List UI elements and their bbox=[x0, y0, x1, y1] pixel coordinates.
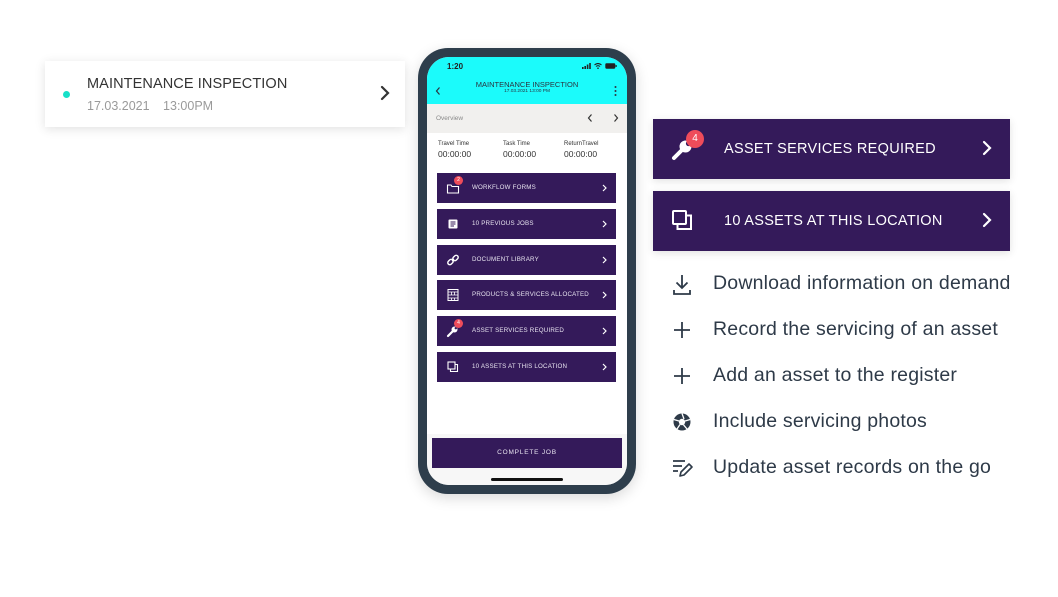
cabinet-icon bbox=[447, 289, 459, 302]
chevron-right-icon bbox=[602, 220, 607, 228]
edit-list-icon bbox=[673, 460, 693, 477]
phone-menu: 2 WORKFLOW FORMS 10 PREVIOUS JOBS DOCUME… bbox=[437, 173, 616, 388]
menu-document-library[interactable]: DOCUMENT LIBRARY bbox=[437, 244, 616, 275]
job-date: 17.03.2021 bbox=[87, 99, 150, 113]
app-subtitle: 17.03.2021 13:00 PM bbox=[504, 89, 550, 94]
aperture-icon bbox=[673, 413, 691, 431]
status-icons bbox=[582, 63, 617, 69]
time-value: 00:00:00 bbox=[503, 149, 537, 159]
link-icon bbox=[447, 254, 459, 266]
menu-label: ASSET SERVICES REQUIRED bbox=[472, 327, 565, 335]
complete-job-button[interactable]: COMPLETE JOB bbox=[432, 438, 622, 468]
button-label: ASSET SERVICES REQUIRED bbox=[724, 141, 936, 157]
time-return: ReturnTravel 00:00:00 bbox=[564, 141, 598, 159]
chevron-right-icon[interactable] bbox=[613, 113, 619, 123]
menu-asset-services[interactable]: 4 ASSET SERVICES REQUIRED bbox=[437, 316, 616, 347]
feature-label: Add an asset to the register bbox=[713, 364, 958, 386]
status-dot bbox=[63, 91, 70, 98]
overview-bar: Overview bbox=[427, 104, 627, 133]
plus-icon bbox=[674, 322, 690, 338]
menu-previous-jobs[interactable]: 10 PREVIOUS JOBS bbox=[437, 208, 616, 239]
battery-icon bbox=[605, 63, 617, 69]
assets-location-button[interactable]: 10 ASSETS AT THIS LOCATION bbox=[653, 191, 1010, 251]
status-time: 1:20 bbox=[447, 62, 464, 71]
time-label: Travel Time bbox=[438, 141, 470, 147]
download-icon bbox=[673, 275, 691, 295]
badge-count: 4 bbox=[454, 319, 463, 329]
copy-icon bbox=[447, 361, 459, 373]
wifi-icon bbox=[594, 63, 602, 69]
chevron-right-icon bbox=[602, 256, 607, 264]
time-trackers: Travel Time 00:00:00 Task Time 00:00:00 … bbox=[427, 137, 627, 167]
chevron-right-icon bbox=[982, 140, 992, 156]
feature-label: Include servicing photos bbox=[713, 410, 928, 432]
time-task: Task Time 00:00:00 bbox=[503, 141, 536, 159]
phone-mockup: 1:20 MAINTENANCE INSPECTION 17.03.2021 1… bbox=[418, 48, 636, 494]
job-datetime: 17.03.2021 13:00PM bbox=[87, 99, 213, 113]
menu-products-services[interactable]: PRODUCTS & SERVICES ALLOCATED bbox=[437, 280, 616, 311]
document-icon bbox=[448, 219, 458, 229]
app-header: 1:20 MAINTENANCE INSPECTION 17.03.2021 1… bbox=[427, 57, 627, 104]
button-label: 10 ASSETS AT THIS LOCATION bbox=[724, 213, 943, 229]
chevron-right-icon bbox=[602, 184, 607, 192]
more-vertical-icon[interactable] bbox=[614, 85, 617, 97]
badge-count: 4 bbox=[686, 130, 704, 148]
signal-icon bbox=[582, 63, 591, 69]
job-title: MAINTENANCE INSPECTION bbox=[87, 76, 288, 92]
phone-screen: 1:20 MAINTENANCE INSPECTION 17.03.2021 1… bbox=[427, 57, 627, 485]
chevron-right-icon bbox=[602, 363, 607, 371]
time-label: Task Time bbox=[503, 141, 531, 147]
copy-icon bbox=[672, 210, 692, 230]
home-indicator bbox=[491, 478, 563, 481]
chevron-right-icon bbox=[982, 212, 992, 228]
asset-services-button[interactable]: 4 ASSET SERVICES REQUIRED bbox=[653, 119, 1010, 179]
menu-assets-location[interactable]: 10 ASSETS AT THIS LOCATION bbox=[437, 351, 616, 382]
badge-count: 2 bbox=[454, 176, 463, 185]
overview-label: Overview bbox=[436, 115, 464, 122]
chevron-right-icon bbox=[602, 291, 607, 299]
menu-label: DOCUMENT LIBRARY bbox=[472, 255, 539, 263]
time-value: 00:00:00 bbox=[438, 149, 472, 159]
time-value: 00:00:00 bbox=[564, 149, 598, 159]
time-label: ReturnTravel bbox=[564, 141, 599, 147]
chevron-left-icon[interactable] bbox=[587, 113, 593, 123]
feature-label: Record the servicing of an asset bbox=[713, 318, 998, 340]
time-travel: Travel Time 00:00:00 bbox=[438, 141, 471, 159]
app-title: MAINTENANCE INSPECTION bbox=[475, 80, 579, 89]
menu-label: PRODUCTS & SERVICES ALLOCATED bbox=[472, 291, 589, 299]
menu-label: WORKFLOW FORMS bbox=[472, 184, 536, 191]
feature-label: Update asset records on the go bbox=[713, 456, 992, 478]
chevron-right-icon bbox=[602, 327, 607, 335]
feature-label: Download information on demand bbox=[713, 272, 1011, 294]
job-card[interactable]: MAINTENANCE INSPECTION 17.03.2021 13:00P… bbox=[45, 61, 405, 127]
chevron-right-icon[interactable] bbox=[379, 83, 391, 103]
menu-workflow-forms[interactable]: 2 WORKFLOW FORMS bbox=[437, 173, 616, 203]
menu-label: 10 ASSETS AT THIS LOCATION bbox=[472, 362, 568, 370]
menu-label: 10 PREVIOUS JOBS bbox=[472, 219, 534, 227]
job-time: 13:00PM bbox=[163, 99, 214, 113]
plus-icon bbox=[674, 368, 690, 384]
